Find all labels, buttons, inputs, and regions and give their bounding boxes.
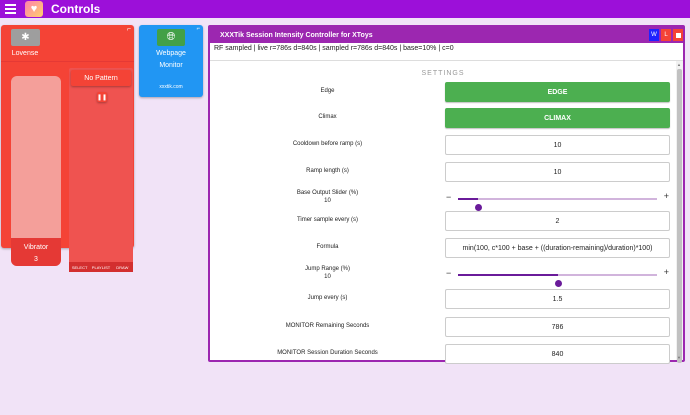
webpage-monitor-card: ⌐ 🌐︎ Webpage Monitor xxxtik.com <box>139 25 203 97</box>
vibrator-label: Vibrator <box>23 244 49 251</box>
setting-row-jump-range: Jump Range (%) 10 − + <box>210 265 676 287</box>
decrease-icon[interactable]: − <box>446 268 451 278</box>
scroll-up-icon[interactable]: ▲ <box>677 62 681 67</box>
edge-button[interactable]: EDGE <box>445 82 670 102</box>
setting-row-ramp: Ramp length (s) 10 <box>210 162 676 182</box>
session-controller-panel: XXXTik Session Intensity Controller for … <box>208 25 685 364</box>
window-w-button[interactable]: W <box>649 29 659 41</box>
formula-input[interactable]: min(100, c*100 + base + ((duration-remai… <box>445 238 670 258</box>
jump-range-track-fill <box>458 274 558 276</box>
jump-range-track[interactable] <box>458 274 657 287</box>
bluetooth-icon: ✱ <box>21 32 30 43</box>
settings-heading: SETTINGS <box>421 70 465 77</box>
monitor-duration-label: MONITOR Session Duration Seconds <box>277 350 378 356</box>
cooldown-label: Cooldown before ramp (s) <box>292 141 363 147</box>
app-logo-icon: ♥ <box>25 1 43 17</box>
scrollbar-thumb[interactable] <box>677 69 682 363</box>
climax-button[interactable]: CLIMAX <box>445 108 670 128</box>
menu-icon[interactable] <box>5 4 16 14</box>
edge-label: Edge <box>320 88 335 94</box>
base-output-slider[interactable]: − + <box>445 189 670 211</box>
app-bar: ♥ Controls <box>0 0 690 18</box>
base-output-label: Base Output Slider (%) 10 <box>210 189 445 205</box>
setting-row-climax: Climax CLIMAX <box>210 108 676 128</box>
pause-button[interactable]: ❚❚ <box>97 92 107 102</box>
jump-range-label: Jump Range (%) 10 <box>210 265 445 281</box>
stop-icon <box>675 32 681 38</box>
ramp-label: Ramp length (s) <box>306 168 349 174</box>
divider <box>210 60 683 61</box>
base-output-track-fill <box>458 198 478 200</box>
no-pattern-button[interactable]: No Pattern <box>71 70 131 86</box>
base-output-label-text: Base Output Slider (%) <box>296 190 359 196</box>
setting-row-timer: Timer sample every (s) 2 <box>210 211 676 231</box>
scrollbar[interactable]: ▲ ▼ <box>676 61 683 363</box>
jump-range-knob[interactable] <box>554 280 562 287</box>
jump-range-value: 10 <box>324 274 331 280</box>
base-output-value: 10 <box>324 198 331 204</box>
scroll-down-icon[interactable]: ▼ <box>677 355 681 360</box>
card-corner-icon[interactable]: ⌐ <box>127 26 131 33</box>
timer-label: Timer sample every (s) <box>296 217 359 223</box>
tab-draw[interactable]: DRAW <box>112 262 133 272</box>
vibrator-slider[interactable] <box>11 76 61 266</box>
monitor-site: xxxtik.com <box>159 84 183 90</box>
monitor-name-line1: Webpage <box>156 50 186 57</box>
base-output-knob[interactable] <box>474 204 482 211</box>
increase-icon[interactable]: + <box>664 267 669 277</box>
ramp-input[interactable]: 10 <box>445 162 670 182</box>
setting-row-base-output: Base Output Slider (%) 10 − + <box>210 189 676 211</box>
setting-row-jump-every: Jump every (s) 1.5 <box>210 289 676 309</box>
climax-label: Climax <box>318 114 337 120</box>
lovense-device-card: ⌐ ✱ Lovense Vibrator 3 No Pattern ❚❚ SEL… <box>1 25 134 272</box>
monitor-remaining-input[interactable]: 786 <box>445 317 670 337</box>
window-l-button[interactable]: L <box>661 29 671 41</box>
pause-icon: ❚❚ <box>96 94 108 101</box>
jump-every-input[interactable]: 1.5 <box>445 289 670 309</box>
setting-row-monitor-remaining: MONITOR Remaining Seconds 786 <box>210 317 676 337</box>
increase-icon[interactable]: + <box>664 191 669 201</box>
formula-label: Formula <box>316 244 339 250</box>
device-name: Lovense <box>11 50 39 57</box>
monitor-duration-input[interactable]: 840 <box>445 344 670 364</box>
jump-range-slider[interactable]: − + <box>445 265 670 287</box>
base-output-track[interactable] <box>458 198 657 211</box>
panel-header: XXXTik Session Intensity Controller for … <box>210 27 683 43</box>
jump-range-label-text: Jump Range (%) <box>304 266 351 272</box>
tab-select[interactable]: SELECT <box>69 262 90 272</box>
setting-row-formula: Formula min(100, c*100 + base + ((durati… <box>210 238 676 258</box>
card-corner-icon[interactable]: ⌐ <box>196 26 200 32</box>
tab-playlist[interactable]: PLAYLIST <box>90 262 111 272</box>
setting-row-cooldown: Cooldown before ramp (s) 10 <box>210 135 676 155</box>
setting-row-edge: Edge EDGE <box>210 82 676 102</box>
cooldown-input[interactable]: 10 <box>445 135 670 155</box>
jump-every-label: Jump every (s) <box>307 295 348 301</box>
panel-title: XXXTik Session Intensity Controller for … <box>220 31 373 39</box>
setting-row-monitor-duration: MONITOR Session Duration Seconds 840 <box>210 344 676 364</box>
pattern-panel: No Pattern ❚❚ <box>69 68 133 272</box>
app-title: Controls <box>51 2 101 16</box>
vibrator-value: 3 <box>34 256 38 263</box>
monitor-remaining-label: MONITOR Remaining Seconds <box>285 323 370 329</box>
pattern-tabs: SELECT PLAYLIST DRAW <box>69 262 133 272</box>
timer-input[interactable]: 2 <box>445 211 670 231</box>
status-text: RF sampled | live r=786s d=840s | sample… <box>214 45 454 52</box>
monitor-name-line2: Monitor <box>159 62 183 69</box>
bluetooth-connect-button[interactable]: ✱ <box>11 29 40 46</box>
globe-button[interactable]: 🌐︎ <box>157 29 185 46</box>
globe-icon: 🌐︎ <box>166 31 176 43</box>
decrease-icon[interactable]: − <box>446 192 451 202</box>
divider <box>1 61 134 62</box>
stop-button[interactable] <box>673 29 683 41</box>
